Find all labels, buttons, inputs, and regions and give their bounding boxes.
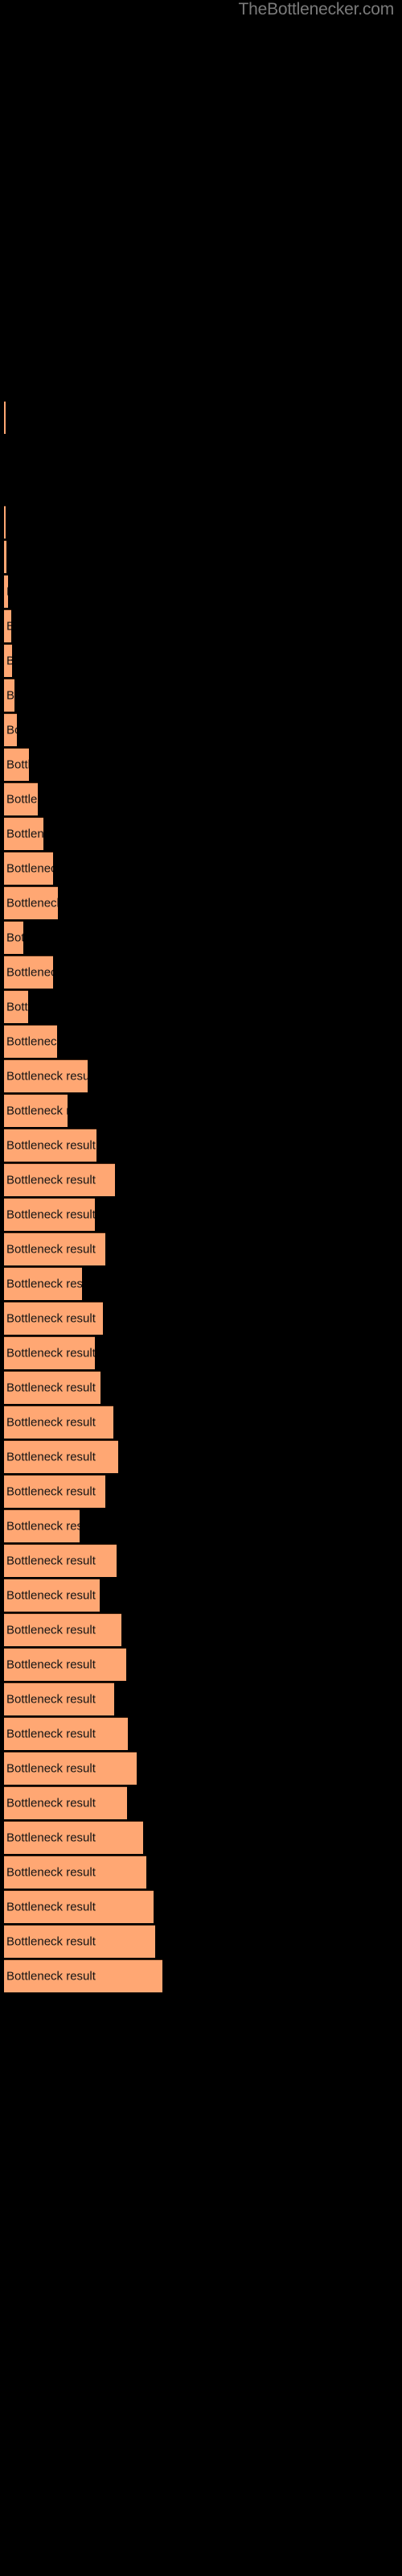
bar-label: Bottleneck result xyxy=(6,1796,96,1810)
bar-label: Bottleneck result xyxy=(6,965,53,980)
bar-label: Bottleneck result xyxy=(6,1208,95,1222)
bar-label: Bottleneck result xyxy=(6,1900,96,1914)
bar[interactable]: Bottleneck result xyxy=(4,817,43,850)
bar-label: Bottleneck result xyxy=(6,1415,96,1430)
bar[interactable]: Bottleneck result xyxy=(4,1302,103,1335)
bar[interactable]: Bottleneck result xyxy=(4,1509,80,1542)
bar[interactable]: Bottleneck result xyxy=(4,921,23,954)
bar[interactable]: Bottleneck result xyxy=(4,1059,88,1092)
bar-label: Bottleneck result xyxy=(6,1173,96,1187)
bar-label: Bottleneck result xyxy=(6,620,11,634)
bar-label: Bottleneck result xyxy=(6,723,17,737)
bar-label: Bottleneck result xyxy=(6,896,58,910)
bar[interactable]: Bottleneck result xyxy=(4,575,8,608)
bar-label: Bottleneck result xyxy=(6,654,12,668)
bar[interactable]: Bottleneck result xyxy=(4,1371,100,1404)
bar-label: Bottleneck result xyxy=(6,1277,82,1291)
bar[interactable]: Bottleneck result xyxy=(4,644,12,677)
bar[interactable]: Bottleneck result xyxy=(4,1232,105,1265)
bar-label: Bottleneck result xyxy=(6,1554,96,1568)
bar-label: Bottleneck result xyxy=(6,1069,88,1084)
bar-label: Bottleneck result xyxy=(6,1450,96,1464)
bar[interactable]: Bottleneck result xyxy=(4,852,53,885)
bar[interactable]: Bottleneck result xyxy=(4,990,28,1023)
bar-label: Bottleneck result xyxy=(6,585,8,599)
bar-label: Bottleneck result xyxy=(6,861,53,876)
bar-label: Bottleneck result xyxy=(6,1242,96,1257)
bar-label: Bottleneck result xyxy=(6,1484,96,1499)
bar-label: Bottleneck result xyxy=(6,1138,96,1153)
bar-label: Bottleneck result xyxy=(6,1727,96,1741)
bar-label: Bottleneck result xyxy=(6,1761,96,1776)
bar[interactable]: Bottleneck result xyxy=(4,1648,126,1681)
bar[interactable]: Bottleneck result xyxy=(4,1856,146,1889)
bar-label: Bottleneck result xyxy=(6,1934,96,1949)
bar-label: Bottleneck result xyxy=(6,1831,96,1845)
bar-label: Bottleneck result xyxy=(6,1865,96,1880)
bar[interactable]: Bottleneck result xyxy=(4,886,58,919)
bar[interactable]: Bottleneck result xyxy=(4,1752,137,1785)
bar-label: Bottleneck result xyxy=(6,1034,57,1049)
bar[interactable]: Bottleneck result xyxy=(4,713,17,746)
bar[interactable]: Bottleneck result xyxy=(4,1786,127,1819)
bar[interactable]: Bottleneck result xyxy=(4,1717,128,1750)
bar[interactable]: Bottleneck result xyxy=(4,1544,117,1577)
bar-label: Bottleneck result xyxy=(6,827,43,841)
bar[interactable]: Bottleneck result xyxy=(4,1198,95,1231)
bar[interactable]: Bottleneck result xyxy=(4,1925,155,1958)
bar[interactable]: Bottleneck result xyxy=(4,1682,114,1715)
bar[interactable]: Bottleneck result xyxy=(4,401,6,434)
bar-label: Bottleneck result xyxy=(6,1381,96,1395)
bar-label: Bottleneck result xyxy=(6,1692,96,1707)
bar[interactable]: Bottleneck result xyxy=(4,1613,121,1646)
bar[interactable]: Bottleneck result xyxy=(4,748,29,781)
bar-label: Bottleneck result xyxy=(6,1588,96,1603)
bar-label: Bottleneck result xyxy=(6,688,14,703)
bar[interactable]: Bottleneck result xyxy=(4,1959,162,1992)
bar[interactable]: Bottleneck result xyxy=(4,1129,96,1162)
bar[interactable]: Bottleneck result xyxy=(4,1406,113,1439)
bar-label: Bottleneck result xyxy=(6,758,29,772)
bar-label: Bottleneck result xyxy=(6,1311,96,1326)
bar-label: Bottleneck result xyxy=(6,931,23,945)
bar[interactable]: Bottleneck result xyxy=(4,782,38,815)
bar-label: Bottleneck result xyxy=(6,1623,96,1637)
bar[interactable]: Bottleneck result xyxy=(4,609,11,642)
bar[interactable]: Bottleneck result xyxy=(4,1821,143,1854)
bar-label: Bottleneck result xyxy=(6,792,38,807)
bar-label: Bottleneck result xyxy=(6,1519,80,1534)
bar-label: Bottleneck result xyxy=(6,1346,95,1360)
bar[interactable]: Bottleneck result xyxy=(4,679,14,712)
bar-label: Bottleneck result xyxy=(6,1104,68,1118)
bar[interactable]: Bottleneck result xyxy=(4,1267,82,1300)
bar-label: Bottleneck result xyxy=(6,1000,28,1014)
bar[interactable]: Bottleneck result xyxy=(4,1025,57,1058)
bar[interactable]: Bottleneck result xyxy=(4,1440,118,1473)
bar[interactable]: Bottleneck result xyxy=(4,1336,95,1369)
bar[interactable]: Bottleneck result xyxy=(4,1579,100,1612)
bar[interactable]: Bottleneck result xyxy=(4,506,6,539)
bar[interactable]: Bottleneck result xyxy=(4,1163,115,1196)
bar[interactable]: Bottleneck result xyxy=(4,1890,154,1923)
bar-label: Bottleneck result xyxy=(6,1657,96,1672)
bottleneck-bar-chart: Bottleneck result Bottleneck result Bottle… xyxy=(0,0,402,2576)
bar[interactable]: Bottleneck result xyxy=(4,1094,68,1127)
bar[interactable]: Bottleneck result xyxy=(4,540,6,573)
bar-label: Bottleneck result xyxy=(6,1969,96,1984)
bar[interactable]: Bottleneck result xyxy=(4,1475,105,1508)
bar[interactable]: Bottleneck result xyxy=(4,956,53,989)
